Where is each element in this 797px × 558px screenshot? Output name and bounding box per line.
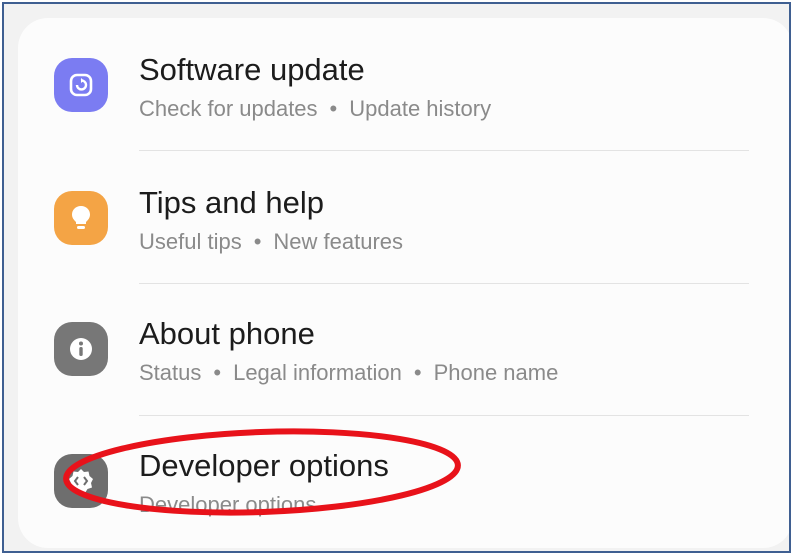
subtitle-part: Update history xyxy=(349,96,492,121)
separator-dot: • xyxy=(329,96,338,121)
settings-item-developer-options[interactable]: Developer options Developer options xyxy=(18,416,789,548)
info-icon xyxy=(54,322,108,376)
subtitle-part: Check for updates xyxy=(139,96,318,121)
screenshot-frame: Software update Check for updates • Update… xyxy=(2,2,791,553)
tips-and-help-subtitle: Useful tips • New features xyxy=(139,229,403,255)
subtitle-part: Useful tips xyxy=(139,229,242,254)
developer-options-title: Developer options xyxy=(139,448,389,483)
software-update-subtitle: Check for updates • Update history xyxy=(139,96,491,122)
software-update-icon xyxy=(54,58,108,112)
separator-dot: • xyxy=(213,360,222,385)
subtitle-part: New features xyxy=(273,229,404,254)
about-phone-title: About phone xyxy=(139,316,315,351)
lightbulb-icon xyxy=(54,191,108,245)
subtitle-part: Developer options xyxy=(139,492,317,517)
software-update-title: Software update xyxy=(139,52,365,87)
developer-options-subtitle: Developer options xyxy=(139,492,316,518)
separator-dot: • xyxy=(253,229,262,254)
settings-item-software-update[interactable]: Software update Check for updates • Update… xyxy=(18,18,789,150)
developer-gear-icon xyxy=(54,454,108,508)
about-phone-subtitle: Status • Legal information • Phone name xyxy=(139,360,558,386)
tips-and-help-title: Tips and help xyxy=(139,185,324,220)
settings-item-about-phone[interactable]: About phone Status • Legal information • Pho… xyxy=(18,284,789,416)
separator-dot: • xyxy=(413,360,422,385)
subtitle-part: Phone name xyxy=(433,360,559,385)
subtitle-part: Legal information xyxy=(233,360,402,385)
settings-item-tips-and-help[interactable]: Tips and help Useful tips • New features xyxy=(18,151,789,283)
subtitle-part: Status xyxy=(139,360,202,385)
settings-card: Software update Check for updates • Update… xyxy=(18,18,789,548)
